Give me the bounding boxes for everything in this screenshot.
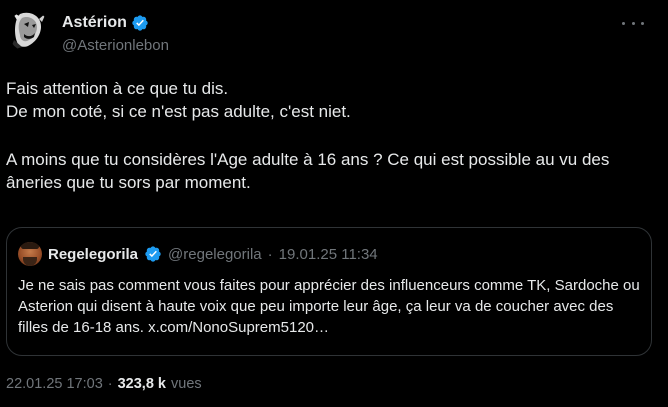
views-count: 323,8 k bbox=[117, 376, 166, 392]
quoted-tweet-date[interactable]: 19.01.25 11:34 bbox=[279, 246, 378, 263]
tweet: Astérion @Asterionlebon Fais attention à… bbox=[0, 0, 668, 407]
author-avatar-image bbox=[8, 10, 50, 52]
tweet-timestamp[interactable]: 22.01.25 17:03 bbox=[6, 376, 103, 392]
verified-badge-icon bbox=[145, 246, 161, 262]
author-avatar[interactable] bbox=[8, 10, 50, 52]
quoted-tweet-text: Je ne sais pas comment vous faites pour … bbox=[18, 277, 640, 336]
tweet-footer: 22.01.25 17:03 · 323,8 k vues bbox=[6, 376, 202, 392]
quoted-tweet-card[interactable]: Regelegorila @regelegorila · 19.01.25 11… bbox=[6, 227, 652, 356]
author-handle[interactable]: @Asterionlebon bbox=[62, 37, 169, 54]
author-display-name[interactable]: Astérion bbox=[62, 14, 127, 32]
quoted-author-display-name[interactable]: Regelegorila bbox=[48, 246, 138, 263]
quoted-author-avatar[interactable] bbox=[18, 242, 42, 266]
quoted-tweet-header: Regelegorila @regelegorila · 19.01.25 11… bbox=[18, 242, 378, 266]
more-options-icon[interactable] bbox=[622, 16, 644, 30]
tweet-line: Fais attention à ce que tu dis. bbox=[6, 79, 229, 98]
verified-badge-icon bbox=[132, 15, 148, 31]
quoted-author-handle[interactable]: @regelegorila bbox=[168, 246, 262, 263]
views-label: vues bbox=[171, 376, 202, 392]
meta-separator: · bbox=[267, 245, 273, 263]
author-name-row: Astérion bbox=[62, 14, 149, 32]
tweet-body: Fais attention à ce que tu dis. De mon c… bbox=[6, 77, 656, 194]
meta-separator: · bbox=[107, 376, 113, 392]
tweet-line: A moins que tu considères l'Age adulte à… bbox=[6, 150, 610, 192]
tweet-line: De mon coté, si ce n'est pas adulte, c'e… bbox=[6, 102, 351, 121]
